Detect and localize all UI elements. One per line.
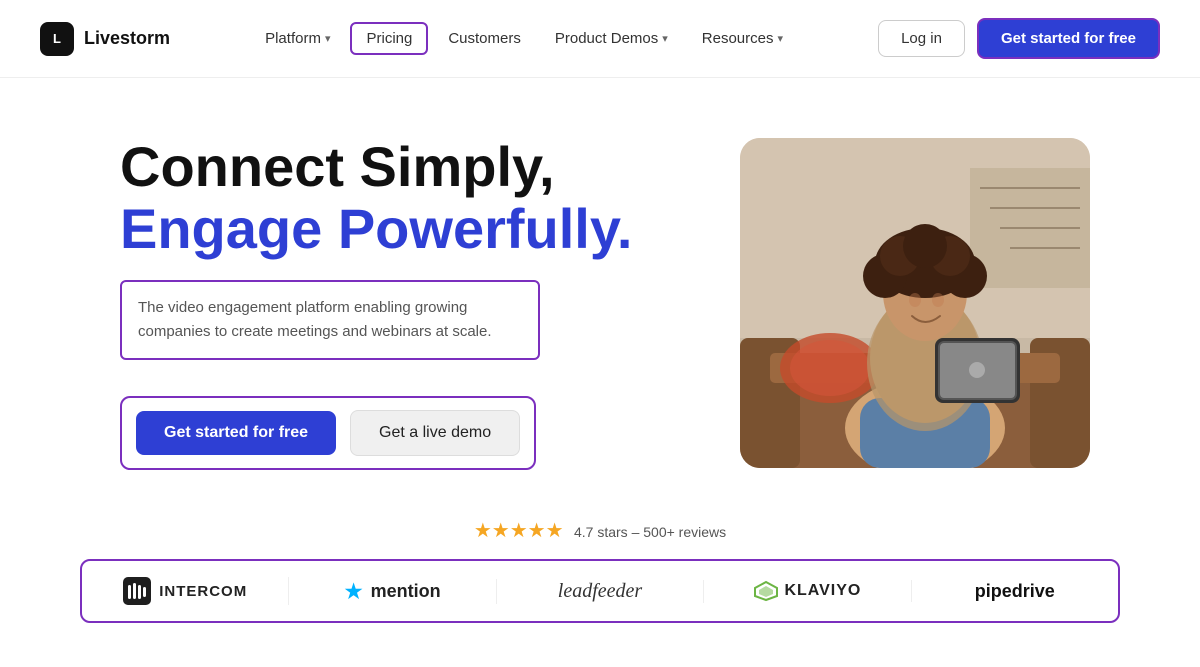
mention-label: mention: [371, 581, 441, 602]
chevron-down-icon: ▾: [777, 32, 783, 45]
logo-icon: L: [40, 22, 74, 56]
pipedrive-label: pipedrive: [975, 581, 1055, 602]
logo-mention: ★ mention: [289, 579, 496, 604]
hero-cta-primary[interactable]: Get started for free: [136, 411, 336, 455]
customer-logos: INTERCOM ★ mention leadfeeder KLAVIYO pi…: [80, 559, 1120, 623]
nav-actions: Log in Get started for free: [878, 18, 1160, 59]
nav-product-demos[interactable]: Product Demos ▾: [541, 24, 682, 53]
logo-klaviyo: KLAVIYO: [704, 580, 911, 602]
get-started-nav-button[interactable]: Get started for free: [977, 18, 1160, 59]
navbar: L Livestorm Platform ▾ Pricing Customers…: [0, 0, 1200, 78]
login-button[interactable]: Log in: [878, 20, 965, 57]
social-proof: ★★★★★ 4.7 stars – 500+ reviews: [0, 508, 1200, 559]
nav-links: Platform ▾ Pricing Customers Product Dem…: [251, 22, 797, 55]
stars: ★★★★★: [474, 518, 564, 543]
hero-desc-wrapper: The video engagement platform enabling g…: [120, 280, 540, 360]
hero-right: [740, 138, 1100, 468]
nav-resources[interactable]: Resources ▾: [688, 24, 797, 53]
klaviyo-icon: [753, 580, 779, 602]
star-rating: ★★★★★ 4.7 stars – 500+ reviews: [0, 518, 1200, 543]
intercom-icon: [123, 577, 151, 605]
hero-cta-secondary[interactable]: Get a live demo: [350, 410, 520, 456]
hero-buttons: Get started for free Get a live demo: [120, 396, 536, 470]
logo-text: Livestorm: [84, 28, 170, 49]
intercom-label: INTERCOM: [159, 583, 247, 600]
hero-section: Connect Simply, Engage Powerfully. The v…: [0, 78, 1200, 508]
hero-image: [740, 138, 1090, 468]
klaviyo-label: KLAVIYO: [784, 582, 861, 600]
logo[interactable]: L Livestorm: [40, 22, 170, 56]
logo-intercom: INTERCOM: [82, 577, 289, 605]
nav-platform[interactable]: Platform ▾: [251, 24, 344, 53]
nav-customers[interactable]: Customers: [434, 24, 535, 53]
nav-pricing[interactable]: Pricing: [350, 22, 428, 55]
hero-left: Connect Simply, Engage Powerfully. The v…: [120, 136, 660, 469]
hero-description: The video engagement platform enabling g…: [138, 296, 522, 344]
logo-leadfeeder: leadfeeder: [497, 580, 704, 603]
hero-illustration: [740, 138, 1090, 468]
chevron-down-icon: ▾: [325, 32, 331, 45]
chevron-down-icon: ▾: [662, 32, 668, 45]
leadfeeder-label: leadfeeder: [558, 580, 642, 603]
mention-star-icon: ★: [345, 579, 363, 604]
rating-text: 4.7 stars – 500+ reviews: [574, 524, 726, 540]
hero-title-line1: Connect Simply,: [120, 136, 660, 198]
hero-title-line2: Engage Powerfully.: [120, 198, 660, 260]
logo-pipedrive: pipedrive: [912, 581, 1118, 602]
